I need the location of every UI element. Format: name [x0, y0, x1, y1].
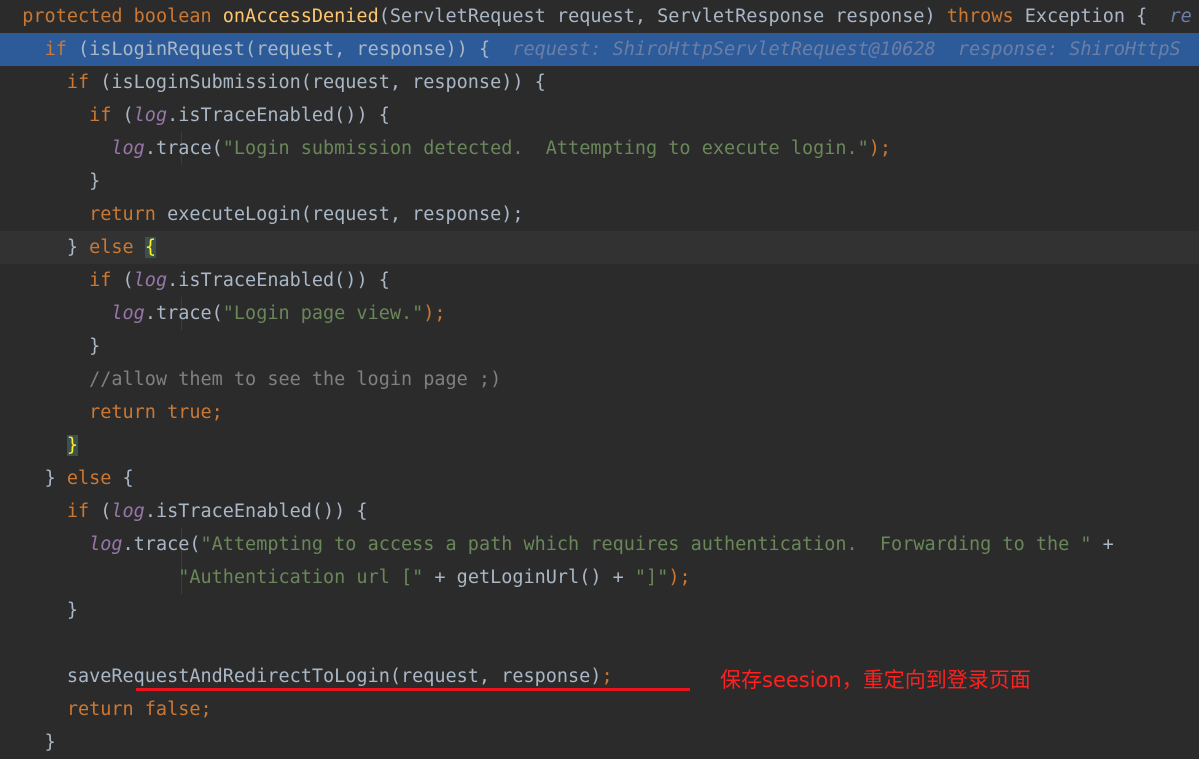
inline-debug-hint: re [1169, 6, 1192, 27]
annotation-note: 保存seesion，重定向到登录页面 [720, 668, 1031, 692]
keyword: else [89, 237, 134, 258]
string-literal: "Authentication url [" [178, 567, 424, 588]
code-text: .trace( [144, 303, 223, 324]
code-text: } [89, 336, 101, 357]
code-text: } [66, 600, 78, 621]
string-literal: "Attempting to access a path which requi… [200, 534, 1092, 555]
code-line-2-execution-point[interactable]: if (isLoginRequest(request, response)) {… [0, 33, 1199, 66]
keyword: throws [946, 6, 1014, 27]
code-editor[interactable]: protected boolean onAccessDenied(Servlet… [0, 0, 1199, 753]
punctuation: ; [601, 666, 613, 687]
string-literal: "Login page view." [222, 303, 424, 324]
code-line-11[interactable]: } [0, 330, 1199, 363]
code-text: Exception { [1013, 6, 1170, 27]
code-text: } [44, 732, 56, 753]
string-literal: "Login submission detected. Attempting t… [222, 138, 869, 159]
code-line-9[interactable]: if (log.isTraceEnabled()) { [0, 264, 1199, 297]
keyword: return [89, 204, 156, 225]
code-text: } [66, 237, 90, 258]
punctuation: ); [668, 567, 691, 588]
keyword: if [44, 39, 67, 60]
keyword: return [89, 402, 156, 423]
code-text: .isTraceEnabled()) { [167, 105, 390, 126]
keyword: return [66, 699, 134, 720]
keyword: boolean [133, 6, 212, 27]
code-text: + [1091, 534, 1114, 555]
code-text: ( [111, 105, 134, 126]
code-line-22[interactable]: return false; [0, 693, 1199, 726]
field-name: log [111, 303, 145, 324]
keyword: if [89, 270, 112, 291]
code-line-15[interactable]: } else { [0, 462, 1199, 495]
punctuation: ); [868, 138, 892, 159]
matched-brace: } [66, 435, 78, 456]
code-line-10[interactable]: log.trace("Login page view."); [0, 297, 1199, 330]
code-text: ( [89, 501, 112, 522]
code-line-20[interactable] [0, 627, 1199, 660]
code-text: } [89, 171, 101, 192]
code-text: + getLoginUrl() + [423, 567, 635, 588]
code-line-18[interactable]: "Authentication url [" + getLoginUrl() +… [0, 561, 1199, 594]
field-name: log [111, 138, 145, 159]
field-name: log [111, 501, 145, 522]
red-underline-annotation [136, 688, 690, 691]
method-name: onAccessDenied [222, 6, 379, 27]
code-line-6[interactable]: } [0, 165, 1199, 198]
code-text: .trace( [144, 138, 223, 159]
code-line-4[interactable]: if (log.isTraceEnabled()) { [0, 99, 1199, 132]
code-line-14[interactable]: } [0, 429, 1199, 462]
code-text: (isLoginRequest(request, response)) { [66, 39, 513, 60]
keyword: if [66, 72, 90, 93]
code-line-13[interactable]: return true; [0, 396, 1199, 429]
code-line-8-caret[interactable]: } else { [0, 231, 1199, 264]
punctuation: ); [423, 303, 446, 324]
code-text: { [111, 468, 134, 489]
code-line-3[interactable]: if (isLoginSubmission(request, response)… [0, 66, 1199, 99]
code-text: .trace( [122, 534, 201, 555]
code-text: executeLogin(request, response); [155, 204, 524, 225]
matched-brace: { [144, 237, 156, 258]
keyword: false [133, 699, 201, 720]
keyword: else [66, 468, 112, 489]
code-text: .isTraceEnabled()) { [167, 270, 390, 291]
code-line-1[interactable]: protected boolean onAccessDenied(Servlet… [0, 0, 1199, 33]
field-name: log [89, 534, 123, 555]
code-line-19[interactable]: } [0, 594, 1199, 627]
field-name: log [133, 105, 168, 126]
code-line-7[interactable]: return executeLogin(request, response); [0, 198, 1199, 231]
code-text: saveRequestAndRedirectToLogin(request, r… [66, 666, 602, 687]
keyword: true [155, 402, 212, 423]
keyword: if [66, 501, 90, 522]
keyword: protected [22, 6, 123, 27]
code-text: (isLoginSubmission(request, response)) { [89, 72, 546, 93]
code-line-17[interactable]: log.trace("Attempting to access a path w… [0, 528, 1199, 561]
code-line-12[interactable]: //allow them to see the login page ;) [0, 363, 1199, 396]
field-name: log [133, 270, 168, 291]
punctuation: ; [211, 402, 223, 423]
code-line-23[interactable]: } [0, 726, 1199, 759]
code-line-16[interactable]: if (log.isTraceEnabled()) { [0, 495, 1199, 528]
keyword: if [89, 105, 112, 126]
inline-debug-hint: request: ShiroHttpServletRequest@10628 r… [512, 39, 1181, 60]
code-text: .isTraceEnabled()) { [144, 501, 368, 522]
code-text: ( [111, 270, 134, 291]
code-text: } [44, 468, 67, 489]
code-comment: //allow them to see the login page ;) [89, 369, 502, 390]
punctuation: ; [200, 699, 212, 720]
string-literal: "]" [634, 567, 669, 588]
code-text: (ServletRequest request, ServletResponse… [378, 6, 947, 27]
code-line-5[interactable]: log.trace("Login submission detected. At… [0, 132, 1199, 165]
